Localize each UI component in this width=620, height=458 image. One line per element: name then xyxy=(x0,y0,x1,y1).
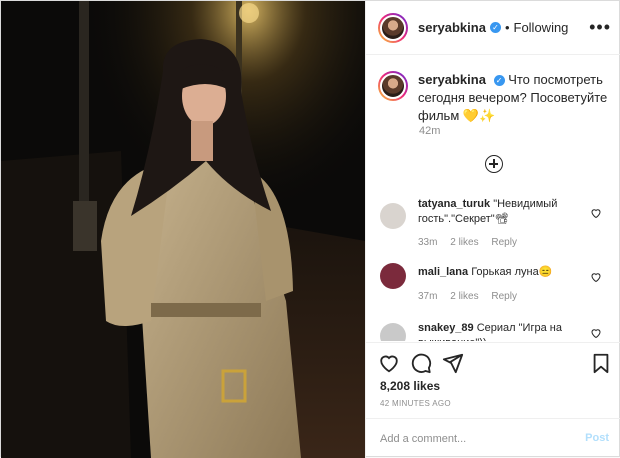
comment-username[interactable]: snakey_89 xyxy=(418,322,474,334)
verified-badge-icon: ✓ xyxy=(489,22,501,33)
comment-time[interactable]: 37m xyxy=(418,291,437,302)
likes-count[interactable]: 8,208 likes xyxy=(380,379,440,393)
comment-reply-button[interactable]: Reply xyxy=(491,291,517,302)
separator-dot: • xyxy=(504,20,510,35)
comment-username[interactable]: tatyana_turuk xyxy=(418,198,490,210)
caption-avatar[interactable] xyxy=(380,73,406,99)
heart-icon[interactable] xyxy=(378,352,400,374)
caption-username[interactable]: seryabkina xyxy=(418,72,486,87)
comment-meta: 37m 2 likes Reply xyxy=(418,291,527,302)
comment-icon[interactable] xyxy=(410,352,432,374)
action-bar xyxy=(366,342,620,382)
comment-time[interactable]: 33m xyxy=(418,237,437,248)
post-container: seryabkina ✓ • Following ••• seryabkina … xyxy=(0,0,620,458)
caption-verified-icon: ✓ xyxy=(493,75,505,87)
comment-body: snakey_89 Сериал "Игра на выживание")) xyxy=(418,321,586,341)
post-photo[interactable] xyxy=(1,1,365,458)
comment-avatar[interactable] xyxy=(380,263,406,289)
photo-illustration xyxy=(1,1,365,458)
avatar[interactable] xyxy=(380,14,406,41)
caption-text-block: seryabkina ✓ Что посмотреть сегодня вече… xyxy=(418,71,610,125)
comment-body: mali_lana Горькая луна😑 xyxy=(418,265,586,280)
comment-like-icon[interactable] xyxy=(590,327,602,339)
comment-reply-button[interactable]: Reply xyxy=(491,237,517,248)
caption-time[interactable]: 42m xyxy=(419,125,440,137)
comment-text: Горькая луна😑 xyxy=(471,266,553,278)
share-icon[interactable] xyxy=(442,352,464,374)
bookmark-icon[interactable] xyxy=(590,352,612,374)
more-options-icon[interactable]: ••• xyxy=(589,17,611,38)
load-more-comments-icon[interactable] xyxy=(485,155,503,173)
add-comment-bar: Post xyxy=(366,418,620,458)
story-ring[interactable] xyxy=(378,12,408,43)
comment-avatar[interactable] xyxy=(380,323,406,341)
comment-like-icon[interactable] xyxy=(590,271,602,283)
comment-meta: 33m 2 likes Reply xyxy=(418,237,527,248)
comment-like-icon[interactable] xyxy=(590,207,602,219)
comment-likes[interactable]: 2 likes xyxy=(450,237,478,248)
post-comment-button[interactable]: Post xyxy=(585,432,609,444)
comment-likes[interactable]: 2 likes xyxy=(450,291,478,302)
comment-input[interactable] xyxy=(378,429,562,449)
header-username[interactable]: seryabkina xyxy=(418,20,486,35)
post-header: seryabkina ✓ • Following ••• xyxy=(366,1,620,55)
comment-username[interactable]: mali_lana xyxy=(418,266,468,278)
post-sidebar: seryabkina ✓ • Following ••• seryabkina … xyxy=(365,1,620,458)
caption-story-ring[interactable] xyxy=(378,71,408,101)
post-timestamp[interactable]: 42 MINUTES AGO xyxy=(380,399,451,408)
comments-list: tatyana_turuk "Невидимый гость"."Секрет"… xyxy=(366,191,620,341)
following-button[interactable]: Following xyxy=(514,20,569,35)
comment-avatar[interactable] xyxy=(380,203,406,229)
caption: seryabkina ✓ Что посмотреть сегодня вече… xyxy=(378,71,610,125)
comment-body: tatyana_turuk "Невидимый гость"."Секрет"… xyxy=(418,197,586,227)
